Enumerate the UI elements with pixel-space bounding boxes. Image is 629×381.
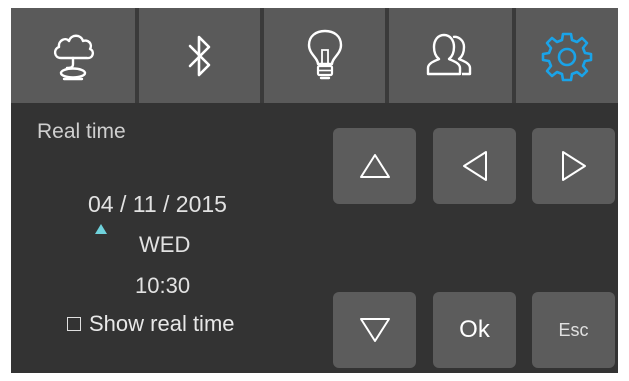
bluetooth-icon (188, 35, 210, 76)
triangle-up-icon (359, 154, 390, 178)
down-button[interactable] (333, 292, 416, 368)
show-real-time-checkbox[interactable] (67, 317, 81, 331)
users-icon (426, 33, 471, 75)
left-button[interactable] (433, 128, 516, 204)
ok-button[interactable]: Ok (433, 292, 516, 368)
weather-cloud-icon (53, 34, 95, 80)
tab-lighting[interactable] (264, 8, 385, 103)
light-bulb-icon (307, 29, 342, 79)
tab-settings[interactable] (516, 8, 618, 103)
tab-bluetooth[interactable] (139, 8, 260, 103)
gear-icon (541, 32, 593, 81)
tab-weather[interactable] (11, 8, 135, 103)
esc-label: Esc (558, 320, 589, 340)
field-cursor-indicator (95, 224, 107, 234)
triangle-left-icon (462, 151, 487, 181)
ok-label: Ok (459, 316, 490, 343)
esc-button[interactable]: Esc (532, 292, 615, 368)
tab-bar (11, 8, 618, 103)
settings-panel: Real time 04 / 11 / 2015 WED 10:30 Show … (11, 8, 618, 373)
triangle-right-icon (561, 151, 586, 181)
tab-users[interactable] (389, 8, 512, 103)
show-real-time-toggle[interactable]: Show real time (67, 313, 235, 335)
triangle-down-icon (359, 318, 390, 342)
right-button[interactable] (532, 128, 615, 204)
weekday-value[interactable]: WED (139, 234, 190, 256)
show-real-time-label: Show real time (89, 311, 235, 336)
up-button[interactable] (333, 128, 416, 204)
time-value[interactable]: 10:30 (135, 275, 190, 297)
page-title: Real time (37, 120, 126, 143)
date-value[interactable]: 04 / 11 / 2015 (88, 193, 227, 216)
